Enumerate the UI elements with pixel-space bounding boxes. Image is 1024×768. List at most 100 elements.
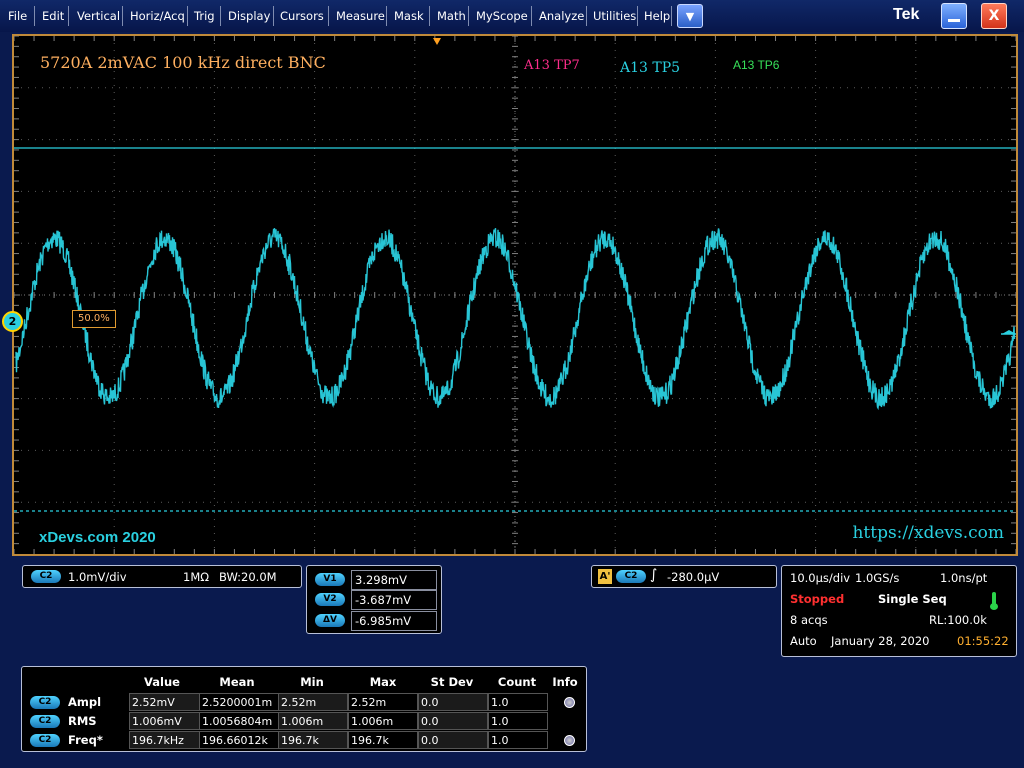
cursor-row: V2 -3.687mV [307,590,439,610]
menu-separator [468,6,469,26]
measure-min-cell: 196.7k [278,731,348,749]
measure-stdev-cell: 0.0 [418,731,488,749]
acquisition-panel[interactable]: 10.0µs/div 1.0GS/s 1.0ns/pt Stopped Sing… [781,565,1017,657]
menu-separator [34,6,35,26]
menu-math[interactable]: Math [437,0,466,32]
channel-2-marker[interactable]: 2 [2,311,23,332]
menu-separator [273,6,274,26]
measure-header: Info [552,675,578,689]
cursor-panel[interactable]: V1 3.298mV V2 -3.687mV ΔV -6.985mV [306,565,442,634]
cursor-value: -6.985mV [351,611,437,631]
menu-analyze[interactable]: Analyze [539,0,584,32]
menu-separator [328,6,329,26]
menu-separator [429,6,430,26]
measure-mean-cell: 1.0056804m [199,712,279,730]
close-icon: X [988,8,1000,24]
measure-channel-badge: C2 [30,715,60,728]
acquisition-count: 8 acqs [790,613,828,627]
close-button[interactable]: X [981,3,1007,29]
menu-cursors[interactable]: Cursors [280,0,324,32]
minimize-button[interactable] [941,3,967,29]
cursor-row: V1 3.298mV [307,570,439,590]
measure-name[interactable]: RMS [68,714,97,728]
measure-max-cell: 2.52m [348,693,418,711]
measurement-panel[interactable]: Value Mean Min Max St Dev Count Info C2 A… [21,666,587,752]
cursor-value: -3.687mV [351,590,437,610]
sample-rate: 1.0GS/s [855,571,900,585]
info-icon[interactable] [564,697,575,708]
menu-bar: File Edit Vertical Horiz/Acq Trig Displa… [0,0,1024,32]
cursor-row: ΔV -6.985mV [307,611,439,631]
channel-bandwidth: BW:20.0M [219,570,277,584]
measure-mean-cell: 2.5200001m [199,693,279,711]
menu-file[interactable]: File [8,0,27,32]
resolution: 1.0ns/pt [940,571,988,585]
menu-separator [586,6,587,26]
cursor-tag: ΔV [315,614,345,627]
measure-min-cell: 2.52m [278,693,348,711]
menu-separator [187,6,188,26]
menu-vertical[interactable]: Vertical [77,0,120,32]
measure-stdev-cell: 0.0 [418,712,488,730]
time-per-div: 10.0µs/div [790,571,851,585]
trigger-source-a: A' [598,569,612,584]
rising-edge-icon: ∫ [650,567,658,583]
channel-panel[interactable]: C2 1.0mV/div 1MΩ BW:20.0M [22,565,302,588]
menu-mask[interactable]: Mask [394,0,424,32]
acquisition-date: January 28, 2020 [831,634,930,648]
cursor-value: 3.298mV [351,570,437,590]
menu-edit[interactable]: Edit [42,0,64,32]
menu-separator [386,6,387,26]
measure-name[interactable]: Ampl [68,695,101,709]
record-length: RL:100.0k [929,613,987,627]
trigger-channel-badge: C2 [616,570,646,583]
measure-header: St Dev [430,675,474,689]
menu-separator [122,6,123,26]
measure-header: Count [497,675,537,689]
measure-mean-cell: 196.66012k [199,731,279,749]
measure-name[interactable]: Freq* [68,733,103,747]
tek-logo: Tek [893,6,920,23]
label-tp7: A13 TP7 [524,58,580,73]
acquisition-mode: Single Seq [878,592,947,606]
measure-count-cell: 1.0 [488,712,548,730]
watermark-right: https://xdevs.com [852,523,1004,543]
menu-trig[interactable]: Trig [194,0,215,32]
menu-display[interactable]: Display [228,0,270,32]
measure-header: Min [300,675,324,689]
chevron-down-icon: ▼ [685,10,695,23]
menu-utilities[interactable]: Utilities [593,0,636,32]
measure-count-cell: 1.0 [488,693,548,711]
menu-measure[interactable]: Measure [336,0,385,32]
acquisition-status: Stopped [790,592,845,606]
menu-horiz-acq[interactable]: Horiz/Acq [130,0,185,32]
watermark-left: xDevs.com 2020 [39,529,156,546]
graticule-svg [14,36,1016,554]
menu-separator [531,6,532,26]
measure-min-cell: 1.006m [278,712,348,730]
menu-help[interactable]: Help [644,0,670,32]
measure-header: Value [144,675,180,689]
channel-impedance: 1MΩ [183,570,210,584]
channel-scale: 1.0mV/div [68,570,127,584]
measure-channel-badge: C2 [30,696,60,709]
measure-count-cell: 1.0 [488,731,548,749]
trigger-level-label: 50.0% [72,310,116,328]
measure-stdev-cell: 0.0 [418,693,488,711]
cursor-tag: V1 [315,573,345,586]
measure-max-cell: 196.7k [348,731,418,749]
info-icon[interactable] [564,735,575,746]
measure-value-cell: 2.52mV [129,693,203,711]
measure-max-cell: 1.006m [348,712,418,730]
trigger-panel[interactable]: A' C2 ∫ -280.0µV [591,565,777,588]
measure-channel-badge: C2 [30,734,60,747]
menu-dropdown-button[interactable]: ▼ [677,4,703,28]
trigger-mode: Auto [790,634,817,648]
waveform-display[interactable]: 5720A 2mVAC 100 kHz direct BNC A13 TP7 A… [12,34,1018,556]
label-tp5: A13 TP5 [620,60,681,76]
cursor-tag: V2 [315,593,345,606]
menu-separator [671,6,672,26]
menu-myscope[interactable]: MyScope [476,0,528,32]
menu-separator [637,6,638,26]
measure-header: Mean [219,675,255,689]
